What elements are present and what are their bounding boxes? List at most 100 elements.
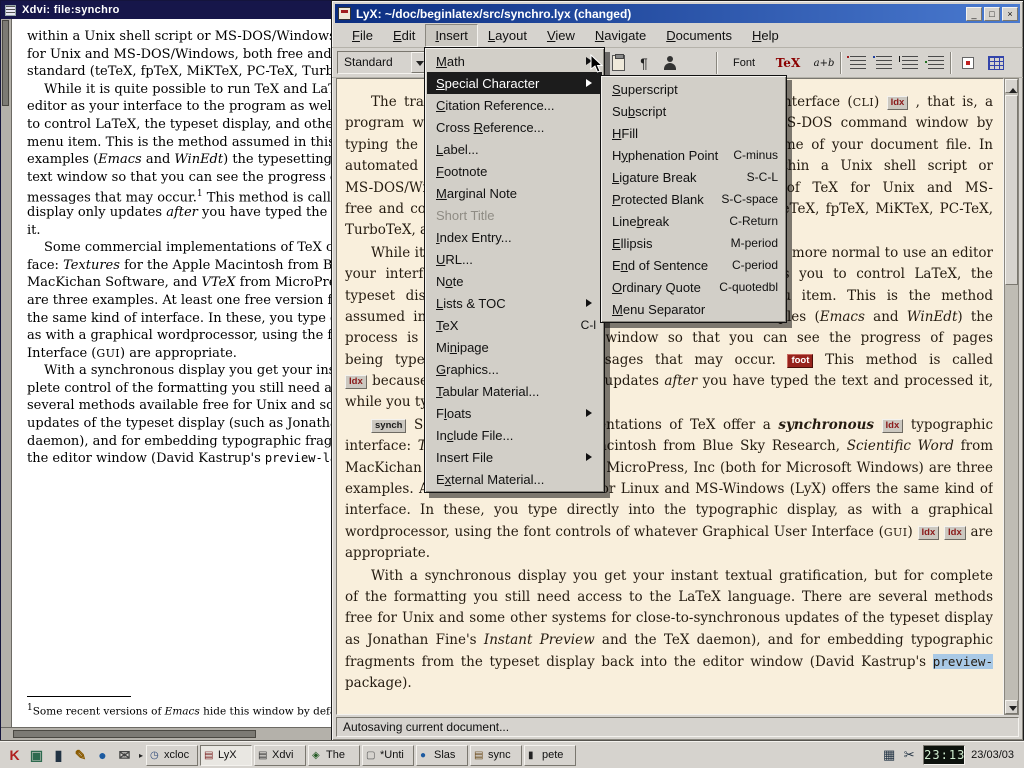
menu-view[interactable]: View [537, 24, 585, 47]
menu-item-label: Ordinary Quote [612, 277, 709, 298]
menu-item-label: Note [436, 271, 596, 292]
menu-item-label: Hyphenation Point [612, 145, 723, 166]
menu-item-citation-reference[interactable]: Citation Reference... [427, 94, 602, 116]
paragraph-button[interactable]: ¶ [632, 51, 656, 75]
menu-item-include-file[interactable]: Include File... [427, 424, 602, 446]
menu-item-tex[interactable]: TeXC-l [427, 314, 602, 336]
menu-item-label[interactable]: Label... [427, 138, 602, 160]
lyx-vertical-scrollbar[interactable] [1004, 78, 1019, 715]
status-message: Autosaving current document... [343, 720, 509, 734]
menu-item-floats[interactable]: Floats [427, 402, 602, 424]
index-inset-badge[interactable]: Idx [918, 526, 940, 540]
taskbar-button-unti[interactable]: ▢*Unti [362, 745, 414, 766]
menu-item-ligature-break[interactable]: Ligature BreakS-C-L [603, 166, 784, 188]
close-button[interactable]: × [1002, 7, 1018, 21]
xdvi-horizontal-scrollbar[interactable] [1, 727, 331, 740]
note-button[interactable] [956, 51, 980, 75]
text-segment: This method is called [203, 191, 331, 204]
menu-item-label: Lists & TOC [436, 293, 580, 314]
menu-item-menu-separator[interactable]: Menu Separator [603, 298, 784, 320]
font-button[interactable]: Font [722, 51, 766, 75]
k-menu-icon[interactable]: K [4, 745, 25, 766]
scroll-down-button[interactable] [1005, 700, 1018, 714]
menu-item-insert-file[interactable]: Insert File [427, 446, 602, 468]
taskbar-button-sync[interactable]: ▤sync [470, 745, 522, 766]
menu-item-footnote[interactable]: Footnote [427, 160, 602, 182]
editor-icon[interactable]: ✎ [70, 745, 91, 766]
terminal-icon[interactable]: ▮ [48, 745, 69, 766]
text-segment: as Jonathan Fine's [345, 632, 484, 648]
menu-item-end-of-sentence[interactable]: End of SentenceC-period [603, 254, 784, 276]
submenu-arrow-icon [586, 299, 596, 307]
description-button[interactable] [898, 51, 922, 75]
menu-item-short-title[interactable]: Short Title [427, 204, 602, 226]
menu-item-subscript[interactable]: Subscript [603, 100, 784, 122]
menu-item-hyphenation-point[interactable]: Hyphenation PointC-minus [603, 144, 784, 166]
mail-icon[interactable]: ✉ [114, 745, 135, 766]
menu-item-tabular-material[interactable]: Tabular Material... [427, 380, 602, 402]
menu-edit[interactable]: Edit [383, 24, 425, 47]
show-desktop-icon[interactable]: ▣ [26, 745, 47, 766]
xdvi-hscroll-thumb[interactable] [13, 730, 256, 738]
taskbar-button-xcloc[interactable]: ◷xcloc [146, 745, 198, 766]
index-inset-badge[interactable]: Idx [887, 96, 909, 110]
menu-item-math[interactable]: Math [427, 50, 602, 72]
xdvi-vscroll-thumb[interactable] [2, 20, 9, 106]
menu-item-url[interactable]: URL... [427, 248, 602, 270]
maximize-button[interactable]: □ [984, 7, 1000, 21]
menu-item-ellipsis[interactable]: EllipsisM-period [603, 232, 784, 254]
math-mode-button[interactable]: a+b [808, 51, 840, 75]
taskbar-button-the[interactable]: ◈The [308, 745, 360, 766]
footnote-inset-badge[interactable]: foot [787, 354, 813, 368]
paste-button[interactable] [606, 51, 630, 75]
menu-item-superscript[interactable]: Superscript [603, 78, 784, 100]
menu-item-index-entry[interactable]: Index Entry... [427, 226, 602, 248]
menu-file[interactable]: File [342, 24, 383, 47]
klipper-icon[interactable]: ✂ [899, 745, 919, 765]
menu-item-marginal-note[interactable]: Marginal Note [427, 182, 602, 204]
pager-icon[interactable]: ▦ [879, 745, 899, 765]
xdvi-titlebar[interactable]: Xdvi: file:synchro [1, 1, 331, 19]
menu-item-special-character[interactable]: Special Character [427, 72, 602, 94]
index-inset-badge[interactable]: Idx [944, 526, 966, 540]
menu-item-linebreak[interactable]: LinebreakC-Return [603, 210, 784, 232]
menu-item-lists-toc[interactable]: Lists & TOC [427, 292, 602, 314]
menu-item-hfill[interactable]: HFill [603, 122, 784, 144]
taskbar-button-xdvi[interactable]: ▤Xdvi [254, 745, 306, 766]
enumerate-button[interactable] [872, 51, 896, 75]
tex-button[interactable]: TeX [772, 51, 804, 75]
noun-style-button[interactable] [658, 51, 682, 75]
index-inset-badge[interactable]: Idx [882, 419, 904, 433]
menu-item-cross-reference[interactable]: Cross Reference... [427, 116, 602, 138]
taskbar-button-lyx[interactable]: ▤LyX [200, 745, 252, 766]
layout-combo[interactable]: Standard [337, 51, 429, 74]
lyx-titlebar[interactable]: LyX: ~/doc/beginlatex/src/synchro.lyx (c… [335, 4, 1020, 23]
xdvi-vertical-scrollbar[interactable] [1, 19, 12, 727]
taskbar-button-slas[interactable]: ●Slas [416, 745, 468, 766]
depth-button[interactable] [924, 51, 948, 75]
taskbar-scroll-arrow-icon[interactable]: ▸ [139, 751, 143, 760]
menu-navigate[interactable]: Navigate [585, 24, 656, 47]
minimize-button[interactable]: _ [966, 7, 982, 21]
menu-item-external-material[interactable]: External Material... [427, 468, 602, 490]
itemize-button[interactable] [846, 51, 870, 75]
menu-item-ordinary-quote[interactable]: Ordinary QuoteC-quotedbl [603, 276, 784, 298]
menu-item-minipage[interactable]: Minipage [427, 336, 602, 358]
menu-item-protected-blank[interactable]: Protected BlankS-C-space [603, 188, 784, 210]
menu-help[interactable]: Help [742, 24, 789, 47]
text-segment: text window so that you can see the prog… [27, 170, 331, 185]
menu-item-graphics[interactable]: Graphics... [427, 358, 602, 380]
text-segment: GUI [96, 347, 120, 360]
taskbar-button-pete[interactable]: ▮pete [524, 745, 576, 766]
inset-badge[interactable]: synch [371, 419, 406, 433]
table-button[interactable] [984, 51, 1008, 75]
lyx-vscroll-thumb[interactable] [1005, 95, 1018, 285]
index-inset-badge[interactable]: Idx [345, 375, 367, 389]
scroll-up-button[interactable] [1005, 79, 1018, 93]
menu-insert[interactable]: Insert [425, 24, 478, 47]
menu-documents[interactable]: Documents [656, 24, 742, 47]
menu-shortcut: C-Return [729, 211, 778, 232]
menu-item-note[interactable]: Note [427, 270, 602, 292]
menu-layout[interactable]: Layout [478, 24, 537, 47]
browser-icon[interactable]: ● [92, 745, 113, 766]
